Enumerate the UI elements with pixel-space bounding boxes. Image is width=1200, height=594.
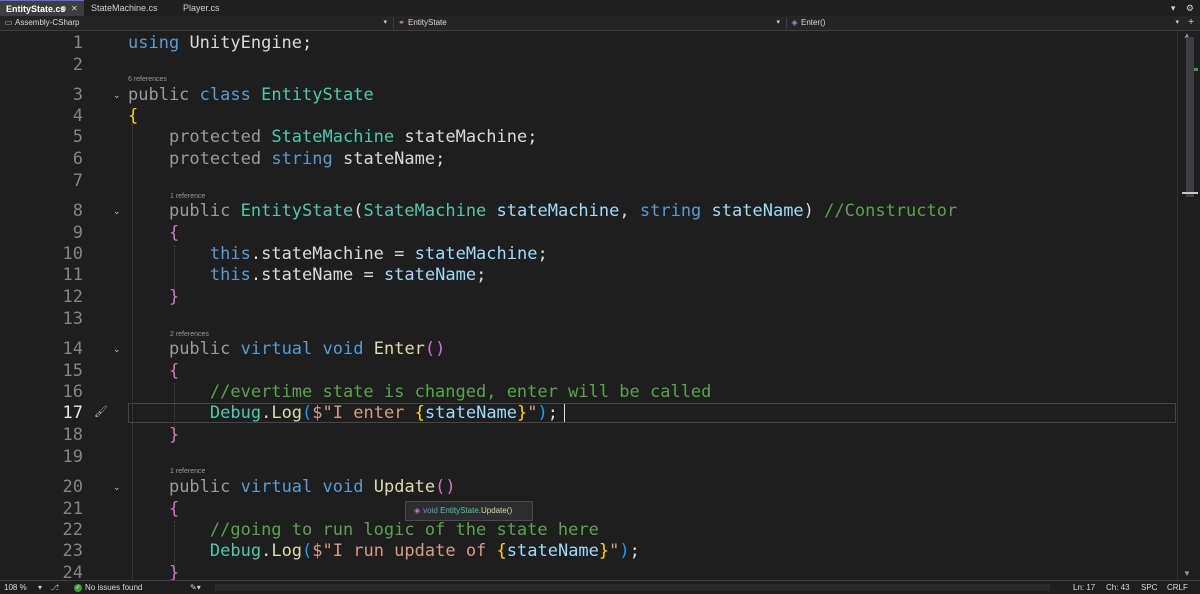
quick-info-tooltip: ◈ void EntityState.Update() [405, 501, 533, 521]
line-number: 8 [72, 201, 83, 221]
line-number: 22 [62, 520, 83, 540]
scroll-down-arrow-icon[interactable]: ▼ [1183, 569, 1191, 578]
split-editor-icon[interactable]: + [1188, 16, 1194, 29]
close-icon[interactable]: ✕ [71, 1, 78, 17]
code-line: 5 protected StateMachine stateMachine; [0, 126, 1177, 148]
line-number: 19 [62, 447, 83, 467]
code-line: 4 { [0, 105, 1177, 127]
line-number: 21 [62, 499, 83, 519]
code-line: 9 { [0, 222, 1177, 244]
line-number: 12 [62, 287, 83, 307]
code-editor[interactable]: 6 references 1 reference 2 references 1 … [0, 31, 1177, 580]
chevron-down-icon: ▾ [776, 19, 780, 26]
line-number: 3 [72, 85, 83, 105]
member-dropdown[interactable]: ◈ Enter() ▾ [790, 17, 1185, 29]
code-line: 12 } [0, 286, 1177, 308]
tab-entitystate-cs[interactable]: EntityState.cs ⊕ ✕ [0, 0, 84, 16]
class-label: EntityState [408, 18, 447, 27]
line-number: 9 [72, 223, 83, 243]
code-line: 14 ⌄ public virtual void Enter() [0, 338, 1177, 360]
line-number: 11 [62, 265, 83, 285]
line-number: 5 [72, 127, 83, 147]
method-icon: ◈ [414, 506, 421, 515]
caret-position-marker [1182, 192, 1198, 194]
code-line: 11 this.stateName = stateName; [0, 264, 1177, 286]
project-label: Assembly-CSharp [15, 18, 80, 27]
member-label: Enter() [801, 18, 826, 27]
line-number: 17 [62, 403, 83, 423]
tab-label: Player.cs [183, 3, 220, 13]
project-icon: ▭ [4, 18, 13, 27]
code-line: 3 ⌄ public class EntityState [0, 84, 1177, 106]
tab-label: StateMachine.cs [91, 3, 158, 13]
line-number: 24 [62, 563, 83, 580]
document-tab-strip: EntityState.cs ⊕ ✕ StateMachine.cs Playe… [0, 0, 1200, 17]
code-line: 22 //going to run logic of the state her… [0, 519, 1177, 541]
code-line: 24 } [0, 562, 1177, 580]
code-line: 21 { [0, 498, 1177, 520]
check-icon: ✓ [74, 583, 82, 592]
tab-label: EntityState.cs [6, 4, 66, 14]
line-number: 10 [62, 244, 83, 264]
zoom-dropdown-icon[interactable]: ▾ [38, 581, 42, 594]
code-line: 1 using UnityEngine; [0, 32, 1177, 54]
class-icon: ⚭ [398, 18, 405, 27]
tab-statemachine-cs[interactable]: StateMachine.cs [85, 0, 175, 16]
issues-label: No issues found [85, 583, 143, 592]
fold-chevron-icon[interactable]: ⌄ [113, 84, 121, 106]
tab-list-dropdown-icon[interactable]: ▾ [1171, 3, 1176, 13]
git-icon[interactable]: ⎇ [50, 581, 59, 594]
code-line: 13 [0, 308, 1177, 330]
class-dropdown[interactable]: ⚭ EntityState ▾ [397, 17, 787, 29]
horizontal-scrollbar[interactable] [215, 584, 1050, 591]
scrollbar-thumb[interactable] [1186, 37, 1194, 197]
method-icon: ◈ [791, 18, 798, 27]
brush-icon[interactable]: ✎▾ [190, 581, 201, 594]
change-marker [1194, 68, 1198, 71]
code-line: 7 [0, 170, 1177, 192]
code-line: 19 [0, 446, 1177, 468]
zoom-level[interactable]: 108 % [4, 581, 27, 594]
code-line: 10 this.stateMachine = stateMachine; [0, 243, 1177, 265]
line-number: 16 [62, 382, 83, 402]
settings-icon[interactable]: ⚙ [1186, 3, 1194, 13]
navigation-bar: ▭ Assembly-CSharp ▾ ⚭ EntityState ▾ ◈ Enter… [0, 16, 1200, 31]
code-line: 23 Debug.Log($"I run update of {stateNam… [0, 540, 1177, 562]
line-ending-indicator[interactable]: CRLF [1167, 581, 1188, 594]
line-number: 4 [72, 106, 83, 126]
code-line: 16 //evertime state is changed, enter wi… [0, 381, 1177, 403]
line-number: 23 [62, 541, 83, 561]
code-line-current: 17 Debug.Log($"I enter {stateName}"); [0, 402, 1177, 424]
line-number: 2 [72, 55, 83, 75]
column-indicator[interactable]: Ch: 43 [1106, 581, 1130, 594]
line-number: 18 [62, 425, 83, 445]
line-number: 15 [62, 361, 83, 381]
vertical-scrollbar[interactable]: ▲ ▼ [1177, 31, 1200, 580]
chevron-down-icon: ▾ [1175, 19, 1179, 26]
code-line: 6 protected string stateName; [0, 148, 1177, 170]
code-line: 2 [0, 54, 1177, 76]
fold-chevron-icon[interactable]: ⌄ [113, 476, 121, 498]
project-dropdown[interactable]: ▭ Assembly-CSharp ▾ [4, 17, 394, 29]
line-number: 7 [72, 171, 83, 191]
line-number: 1 [72, 33, 83, 53]
line-number: 20 [62, 477, 83, 497]
tab-player-cs[interactable]: Player.cs [177, 0, 247, 16]
line-number: 13 [62, 309, 83, 329]
code-line: 18 } [0, 424, 1177, 446]
status-bar: 108 % ▾ ⎇ ✓ No issues found ✎▾ Ln: 17 Ch:… [0, 580, 1200, 594]
line-number: 6 [72, 149, 83, 169]
code-line: 15 { [0, 360, 1177, 382]
issues-indicator[interactable]: ✓ No issues found [74, 581, 142, 594]
chevron-down-icon: ▾ [383, 19, 387, 26]
whitespace-indicator[interactable]: SPC [1141, 581, 1157, 594]
pin-icon[interactable]: ⊕ [60, 1, 67, 17]
fold-chevron-icon[interactable]: ⌄ [113, 338, 121, 360]
code-line: 8 ⌄ public EntityState(StateMachine stat… [0, 200, 1177, 222]
line-indicator[interactable]: Ln: 17 [1073, 581, 1095, 594]
code-line: 20 ⌄ public virtual void Update() [0, 476, 1177, 498]
text-caret [564, 404, 565, 422]
fold-chevron-icon[interactable]: ⌄ [113, 200, 121, 222]
line-number: 14 [62, 339, 83, 359]
